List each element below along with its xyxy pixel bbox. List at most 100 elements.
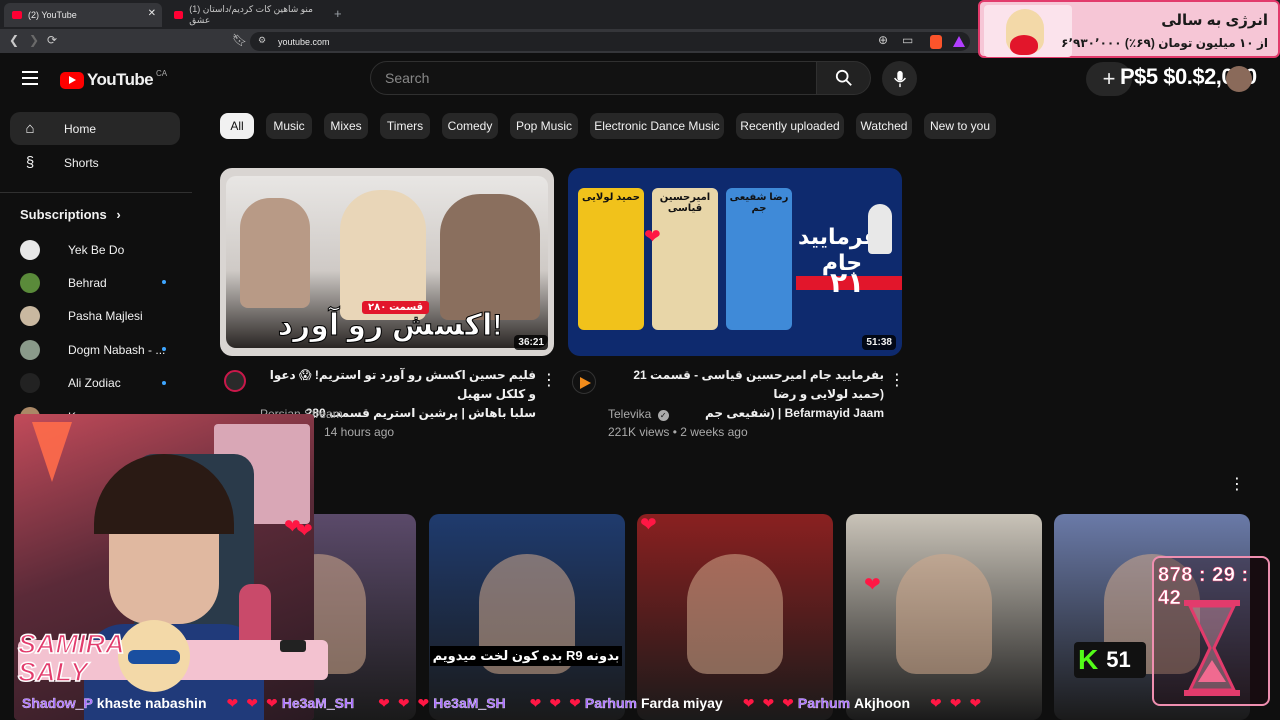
menu-hamburger-icon[interactable] [22,71,38,89]
shelf-more-options-icon[interactable]: ⋮ [1229,474,1245,494]
brave-shield-icon[interactable] [930,35,942,49]
channel-avatar [20,373,40,394]
sidebar-subscription-item[interactable]: Pasha Majlesi [10,300,180,333]
channel-avatar [20,306,40,327]
back-arrow-icon[interactable]: ❮ [9,33,19,47]
guest-card [578,188,644,330]
channel-avatar [20,272,40,293]
viewer-count: 51 [1106,647,1131,672]
video-title-line: فلیم حسین اکسش رو آورد تو استریم! 😱 دعوا… [269,368,536,401]
zoom-icon[interactable]: ⊕ [878,33,888,47]
filter-chip[interactable]: Mixes [324,113,368,139]
filter-chip[interactable]: Comedy [442,113,498,139]
sidebar-divider [0,192,192,193]
video-thumbnail[interactable]: حمید لولایی امیرحسین قیاسی رضا شفیعی جم … [568,168,902,356]
channel-avatar[interactable] [224,370,246,392]
donation-goal-title: انرژی به سالی [1161,12,1268,29]
channel-avatar[interactable] [572,370,596,394]
heart-icon: ❤ [762,694,775,711]
account-avatar[interactable] [1226,66,1252,92]
bookmark-icon[interactable]: 🔖︎ [232,33,247,47]
youtube-favicon-icon [12,11,22,19]
reload-icon[interactable]: ⟳ [47,33,57,47]
url-text: youtube.com [278,36,330,47]
play-icon [580,377,591,389]
heart-icon: ❤ [742,694,755,711]
sidebar-subscription-item[interactable]: Yek Be Do [10,233,180,266]
kick-logo-icon: K [1078,644,1099,675]
tab-title: (1) منو شاهین کات کردیم/داستان عشق [189,4,313,25]
heart-icon: ❤ [246,694,258,711]
verified-check-icon: ✓ [657,410,669,421]
episode-number: ۲۱ [830,267,865,298]
sidebar-subscription-item[interactable]: Behrad [10,266,180,299]
heart-icon: ❤ [226,694,239,711]
address-bar[interactable]: youtube.com [250,32,970,51]
new-tab-plus-icon[interactable]: + [334,6,342,21]
duration-badge: 51:38 [862,335,896,350]
search-button[interactable] [816,61,871,95]
person-figure [687,554,783,674]
subscriptions-heading[interactable]: Subscriptions › [20,207,121,222]
thumbnail-title-text: اکسش رو آورد! [277,309,503,343]
chat-message: Farda miyay [640,695,723,711]
youtube-favicon-icon [174,11,184,19]
tab-youtube[interactable]: (2) YouTube ✕ [4,3,162,27]
heart-icon: ❤ [969,694,982,711]
chat-username: He3aM_SH [433,695,506,711]
video-meta: 14 hours ago [324,425,395,439]
video-thumbnail[interactable]: قسمت ۲۸۰ اکسش رو آورد! 36:21 [220,168,554,356]
filter-chip[interactable]: Electronic Dance Music [590,113,724,139]
site-info-icon[interactable]: ⚙︎ [258,35,266,46]
new-content-dot [162,280,166,285]
filter-chip[interactable]: Music [266,113,312,139]
video-meta: 221K views • 2 weeks ago [608,425,748,439]
channel-name-text: Televika [608,407,652,421]
youtube-play-icon [60,71,84,89]
heart-icon: ❤ [949,694,962,711]
cast-icon[interactable]: ▭ [902,33,913,47]
person-figure [240,198,310,308]
youtube-logo[interactable]: YouTube CA [60,69,167,90]
plus-icon: + [1102,66,1116,91]
donation-goal-progress: ۶٬۹۳۰٬۰۰۰ از ۱۰ میلیون تومان (۶۹٪) [1061,36,1268,50]
chat-username: He3aM_SH [281,695,355,711]
filter-chip[interactable]: Watched [856,113,912,139]
more-options-icon[interactable]: ⋮ [889,370,905,390]
filter-chip[interactable]: New to you [924,113,996,139]
heart-icon: ❤ [529,694,542,711]
voice-search-button[interactable] [882,61,917,96]
filter-chip[interactable]: Pop Music [510,113,578,139]
forward-arrow-icon[interactable]: ❯ [29,33,39,47]
tab-video[interactable]: (1) منو شاهین کات کردیم/داستان عشق [166,3,326,27]
channel-name[interactable]: Televika ✓ [608,405,669,423]
guest-name: امیرحسین قیاسی [659,192,711,214]
streamer-name-logo: SAMIRA SALY [17,629,124,687]
kick-viewer-count: K 51 [1074,642,1146,678]
sidebar-item-home[interactable]: ⌂ Home [10,112,180,145]
sidebar-item-shorts[interactable]: § Shorts [10,146,180,179]
chevron-right-icon: › [116,207,121,222]
guest-name: رضا شفیعی جم [729,192,789,214]
chat-username: Shadow_P [22,695,93,711]
channel-avatar [20,239,40,260]
sidebar-subscription-item[interactable]: Ali Zodiac [10,367,180,400]
sidebar-item-label: Shorts [64,155,99,170]
short-caption: بدونه R9 بده کون لخت میدویم [430,646,622,666]
subscription-label: Yek Be Do [68,242,125,257]
chat-username: Parhum [797,695,851,711]
close-tab-icon[interactable]: ✕ [148,8,156,19]
channel-avatar [20,339,40,360]
microphone-icon [893,70,906,87]
sidebar-subscription-item[interactable]: Dogm Nabash - ... [10,333,180,366]
chat-username: Parhum [584,695,637,711]
search-input[interactable]: Search [370,61,817,95]
heart-icon: ❤ [397,694,410,711]
filter-chip[interactable]: Recently uploaded [736,113,844,139]
new-content-dot [162,347,166,352]
more-options-icon[interactable]: ⋮ [541,370,557,390]
filter-chip[interactable]: All [220,113,254,139]
search-icon [835,69,852,86]
filter-chip[interactable]: Timers [380,113,430,139]
rewards-triangle-icon[interactable] [953,36,965,47]
